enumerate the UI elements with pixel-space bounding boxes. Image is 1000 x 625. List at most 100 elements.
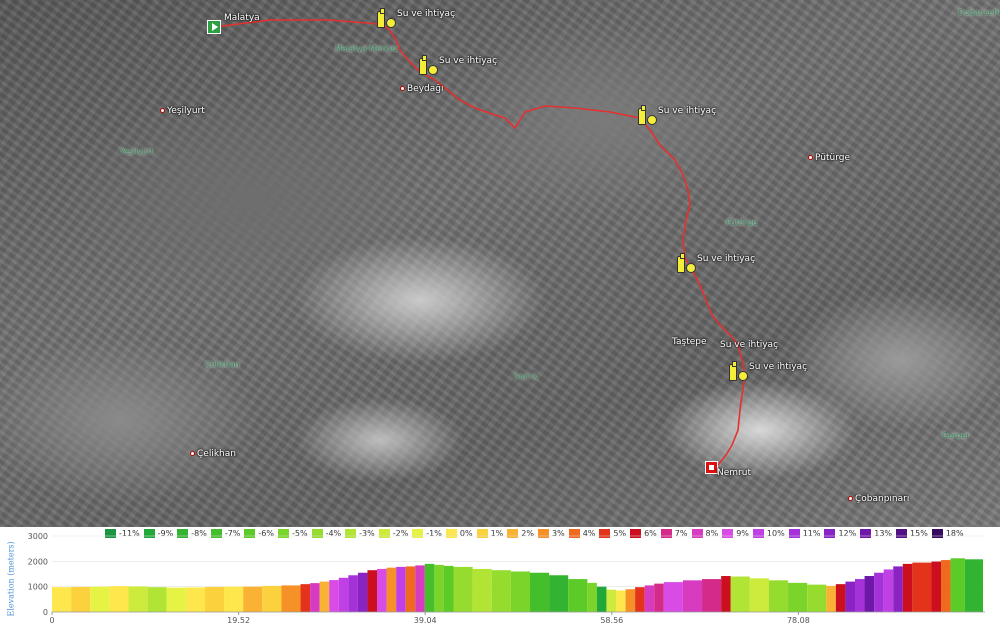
elevation-segment[interactable] bbox=[415, 565, 425, 612]
water-food-icon bbox=[419, 55, 438, 75]
elevation-segment[interactable] bbox=[864, 576, 875, 612]
poi-water-supplies-5[interactable]: Su ve ihtiyaç bbox=[719, 340, 778, 350]
elevation-segment[interactable] bbox=[721, 576, 731, 612]
elevation-segment[interactable] bbox=[166, 587, 186, 612]
x-tick-label: 39.04 bbox=[414, 616, 437, 625]
place-marker-icon bbox=[190, 451, 195, 456]
area-sincik: Sincik bbox=[514, 372, 538, 381]
place-tastepe: Taştepe bbox=[672, 337, 707, 347]
y-tick-label: 1000 bbox=[28, 583, 48, 592]
elevation-segment[interactable] bbox=[52, 587, 72, 612]
route-line[interactable] bbox=[214, 19, 746, 469]
place-marker-icon bbox=[400, 86, 405, 91]
elevation-segment[interactable] bbox=[749, 578, 769, 612]
area-celikhan: Çelikhan bbox=[205, 360, 240, 369]
elevation-segment[interactable] bbox=[224, 586, 244, 612]
elevation-segment[interactable] bbox=[453, 566, 473, 612]
elevation-segment[interactable] bbox=[568, 579, 588, 612]
elevation-segment[interactable] bbox=[491, 570, 511, 612]
elevation-segment[interactable] bbox=[644, 585, 655, 612]
elevation-segment[interactable] bbox=[329, 580, 339, 612]
x-tick-label: 0 bbox=[49, 616, 54, 625]
elevation-segment[interactable] bbox=[654, 583, 664, 612]
poi-water-supplies-1[interactable]: Su ve ihtiyaç bbox=[377, 8, 455, 28]
place-marker-icon bbox=[848, 496, 853, 501]
place-puturge: Pütürge bbox=[808, 153, 850, 163]
elevation-segment[interactable] bbox=[386, 567, 397, 612]
elevation-segment[interactable] bbox=[424, 563, 435, 612]
satellite-map[interactable]: Malatya Nemrut Yeşilyurt Beydağı Pütürge… bbox=[0, 0, 1000, 527]
elevation-segment[interactable] bbox=[874, 572, 884, 612]
elevation-segment[interactable] bbox=[71, 586, 91, 612]
elevation-segment[interactable] bbox=[405, 566, 416, 612]
elevation-segment[interactable] bbox=[549, 575, 569, 612]
elevation-segment[interactable] bbox=[434, 564, 444, 612]
elevation-segment[interactable] bbox=[941, 560, 951, 612]
elevation-segment[interactable] bbox=[730, 576, 750, 612]
elevation-segment[interactable] bbox=[128, 586, 148, 612]
elevation-segment[interactable] bbox=[262, 585, 282, 612]
elevation-segment[interactable] bbox=[367, 570, 378, 612]
elevation-segment[interactable] bbox=[682, 580, 703, 612]
place-beydagi: Beydağı bbox=[400, 84, 443, 94]
elevation-segment[interactable] bbox=[616, 590, 626, 612]
elevation-segment[interactable] bbox=[768, 580, 789, 612]
elevation-segment[interactable] bbox=[204, 586, 225, 612]
elevation-segment[interactable] bbox=[90, 586, 110, 612]
area-yesilyurt: Yeşilyurt bbox=[120, 147, 154, 156]
poi-water-supplies-4[interactable]: Su ve ihtiyaç bbox=[677, 253, 755, 273]
start-flag-icon[interactable] bbox=[207, 20, 221, 34]
elevation-segment[interactable] bbox=[310, 583, 320, 612]
elevation-segment[interactable] bbox=[702, 579, 722, 612]
poi-water-supplies-6[interactable]: Su ve ihtiyaç bbox=[729, 361, 807, 381]
elevation-segment[interactable] bbox=[348, 575, 358, 612]
x-tick-label: 58.56 bbox=[600, 616, 623, 625]
elevation-segment[interactable] bbox=[807, 584, 827, 612]
elevation-segment[interactable] bbox=[854, 579, 865, 612]
elevation-segment[interactable] bbox=[300, 584, 311, 612]
elevation-segment[interactable] bbox=[443, 565, 454, 612]
elevation-segment[interactable] bbox=[281, 585, 301, 612]
elevation-segment[interactable] bbox=[912, 562, 932, 612]
elevation-segment[interactable] bbox=[338, 577, 349, 612]
elevation-chart[interactable]: 0 1000 2000 3000 0 19.52 39.04 58.56 78.08 bbox=[0, 527, 1000, 625]
elevation-segment[interactable] bbox=[950, 558, 965, 612]
elevation-segment[interactable] bbox=[596, 586, 607, 612]
elevation-segment[interactable] bbox=[902, 563, 913, 612]
elevation-segment[interactable] bbox=[243, 586, 263, 612]
elevation-segment[interactable] bbox=[845, 581, 855, 612]
elevation-segment[interactable] bbox=[587, 582, 597, 612]
x-tick-label: 19.52 bbox=[227, 616, 250, 625]
water-food-icon bbox=[677, 253, 696, 273]
area-malatya-merkez: Malatya Merkez bbox=[335, 44, 398, 53]
elevation-segment[interactable] bbox=[109, 586, 129, 612]
elevation-segment[interactable] bbox=[835, 584, 846, 612]
elevation-segment[interactable] bbox=[826, 585, 836, 612]
elevation-segment[interactable] bbox=[377, 568, 387, 612]
elevation-segment[interactable] bbox=[147, 587, 167, 612]
elevation-segment[interactable] bbox=[625, 589, 636, 612]
elevation-segment[interactable] bbox=[319, 581, 330, 612]
elevation-segment[interactable] bbox=[606, 589, 617, 612]
elevation-profile[interactable]: -11% -9% -8% -7% -6% -5% -4% -3% -2% -1% 0% 1% 2% 3% 4… bbox=[0, 527, 1000, 625]
elevation-segment[interactable] bbox=[964, 559, 983, 612]
poi-water-supplies-2[interactable]: Su ve ihtiyaç bbox=[419, 55, 497, 75]
place-marker-icon bbox=[808, 155, 813, 160]
elevation-segment[interactable] bbox=[472, 568, 492, 612]
elevation-segment[interactable] bbox=[357, 572, 368, 612]
route-overlay bbox=[214, 19, 746, 469]
elevation-segment[interactable] bbox=[788, 582, 808, 612]
elevation-segment[interactable] bbox=[931, 561, 942, 612]
elevation-segment[interactable] bbox=[510, 571, 530, 612]
end-label: Nemrut bbox=[717, 468, 751, 478]
poi-water-supplies-3[interactable]: Su ve ihtiyaç bbox=[638, 105, 716, 125]
elevation-segment[interactable] bbox=[185, 587, 205, 612]
elevation-segment[interactable] bbox=[635, 587, 645, 612]
elevation-segment[interactable] bbox=[396, 566, 406, 612]
elevation-segment[interactable] bbox=[883, 569, 894, 612]
elevation-segment[interactable] bbox=[529, 572, 550, 612]
x-tick-label: 78.08 bbox=[787, 616, 810, 625]
elevation-segment[interactable] bbox=[663, 582, 683, 612]
area-puturge: Pütürge bbox=[726, 218, 758, 227]
elevation-segment[interactable] bbox=[893, 566, 903, 612]
